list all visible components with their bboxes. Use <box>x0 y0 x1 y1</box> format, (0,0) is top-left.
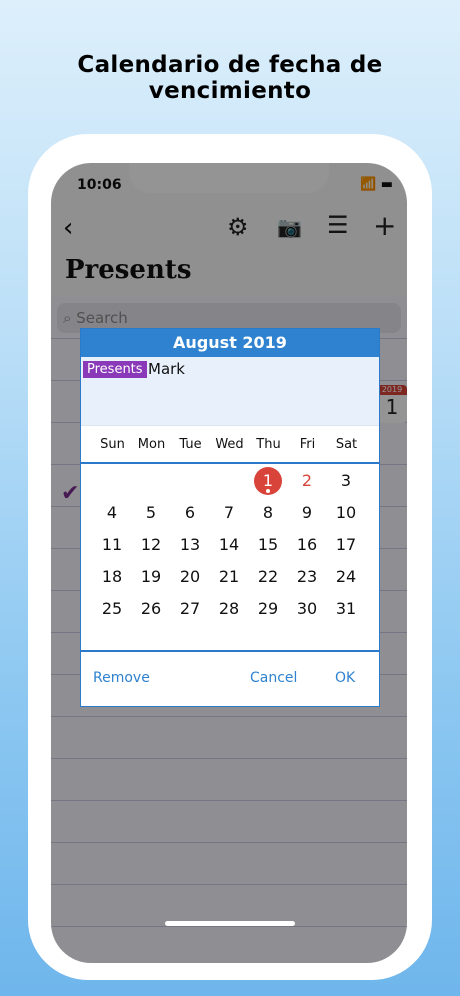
calendar-day-5[interactable]: 5 <box>133 498 169 528</box>
calendar-day-25[interactable]: 25 <box>94 594 130 624</box>
promo-caption: Calendario de fecha de vencimiento <box>77 52 383 104</box>
event-name: Mark <box>148 360 185 378</box>
calendar-day-22[interactable]: 22 <box>250 562 286 592</box>
calendar-day-7[interactable]: 7 <box>211 498 247 528</box>
calendar-day-20[interactable]: 20 <box>172 562 208 592</box>
due-date-dialog: August 2019 Presents Mark Sun Mon Tue We… <box>80 328 380 707</box>
calendar-day-15[interactable]: 15 <box>250 530 286 560</box>
weekday-label: Mon <box>137 436 166 452</box>
calendar-day-19[interactable]: 19 <box>133 562 169 592</box>
calendar-day-14[interactable]: 14 <box>211 530 247 560</box>
weekday-label: Sun <box>100 436 125 452</box>
calendar-day-26[interactable]: 26 <box>133 594 169 624</box>
calendar-day-12[interactable]: 12 <box>133 530 169 560</box>
weekday-label: Sat <box>335 436 358 452</box>
calendar-day-24[interactable]: 24 <box>328 562 364 592</box>
calendar-day-9[interactable]: 9 <box>289 498 325 528</box>
calendar-day-11[interactable]: 11 <box>94 530 130 560</box>
calendar-day-30[interactable]: 30 <box>289 594 325 624</box>
weekday-label: Fri <box>299 436 316 452</box>
calendar-day-1[interactable]: 1 <box>250 466 286 496</box>
dialog-event-row: Presents Mark <box>81 357 379 425</box>
calendar-day-27[interactable]: 27 <box>172 594 208 624</box>
home-indicator <box>165 921 295 926</box>
calendar-day-16[interactable]: 16 <box>289 530 325 560</box>
calendar-day-6[interactable]: 6 <box>172 498 208 528</box>
calendar-day-8[interactable]: 8 <box>250 498 286 528</box>
weekday-label: Wed <box>215 436 244 452</box>
category-tag: Presents <box>83 361 147 378</box>
cancel-button[interactable]: Cancel <box>250 670 297 686</box>
calendar-day-31[interactable]: 31 <box>328 594 364 624</box>
calendar-day-23[interactable]: 23 <box>289 562 325 592</box>
weekday-label: Thu <box>256 436 281 452</box>
calendar-day-18[interactable]: 18 <box>94 562 130 592</box>
weekday-label: Tue <box>179 436 202 452</box>
calendar-day-4[interactable]: 4 <box>94 498 130 528</box>
dialog-month-title: August 2019 <box>81 329 379 357</box>
dialog-actions: Remove Cancel OK <box>81 650 379 706</box>
calendar-day-2[interactable]: 2 <box>289 466 325 496</box>
calendar-grid: 1 2 3 4 5 6 7 8 9 10 11 12 13 14 15 16 17 18 19 20 21 22 23 24 2… <box>81 464 379 654</box>
weekday-header: Sun Mon Tue Wed Thu Fri Sat <box>81 425 379 464</box>
calendar-day-3[interactable]: 3 <box>328 466 364 496</box>
ok-button[interactable]: OK <box>335 670 355 686</box>
remove-button[interactable]: Remove <box>93 670 150 686</box>
calendar-day-21[interactable]: 21 <box>211 562 247 592</box>
calendar-day-28[interactable]: 28 <box>211 594 247 624</box>
calendar-day-29[interactable]: 29 <box>250 594 286 624</box>
calendar-day-10[interactable]: 10 <box>328 498 364 528</box>
calendar-day-13[interactable]: 13 <box>172 530 208 560</box>
calendar-day-17[interactable]: 17 <box>328 530 364 560</box>
